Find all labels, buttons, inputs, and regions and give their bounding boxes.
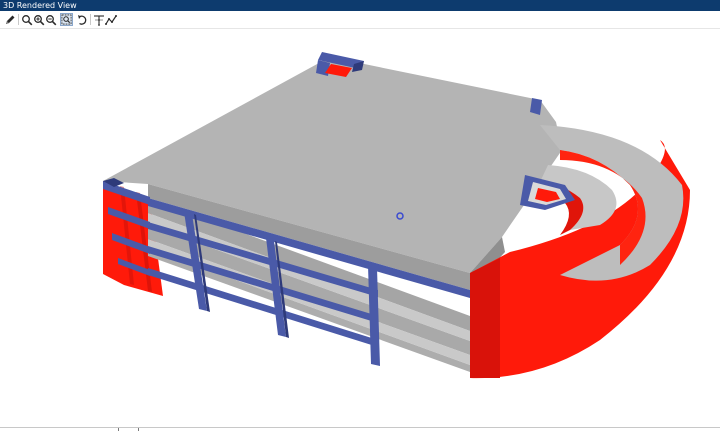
- roof-beam: [530, 98, 542, 115]
- toolbar-separator: [90, 14, 91, 25]
- rotate-icon: [78, 14, 87, 25]
- draw-path-icon: [105, 14, 117, 25]
- window-title-bar: 3D Rendered View: [0, 0, 720, 11]
- draw-path-button[interactable]: [105, 13, 117, 26]
- window-title: 3D Rendered View: [3, 1, 77, 10]
- zoom-extents-icon: [61, 14, 72, 25]
- zoom-in-icon: [34, 14, 45, 25]
- status-bar: [0, 427, 720, 431]
- zoom-out-icon: [46, 14, 57, 25]
- rotate-button[interactable]: [76, 13, 88, 26]
- zoom-icon: [22, 14, 33, 25]
- zoom-out-button[interactable]: [45, 13, 57, 26]
- view-toolbar: [0, 11, 720, 29]
- ramp-outer-wall-shade: [470, 258, 500, 378]
- zoom-in-button[interactable]: [33, 13, 45, 26]
- pencil-button[interactable]: [4, 13, 16, 26]
- pan-icon: [94, 14, 104, 26]
- 3d-viewport[interactable]: [0, 29, 720, 427]
- zoom-extents-button[interactable]: [60, 13, 73, 26]
- toolbar-separator: [18, 14, 19, 25]
- building-model[interactable]: [0, 29, 720, 427]
- zoom-button[interactable]: [21, 13, 33, 26]
- pencil-icon: [6, 15, 15, 24]
- pan-button[interactable]: [93, 13, 105, 26]
